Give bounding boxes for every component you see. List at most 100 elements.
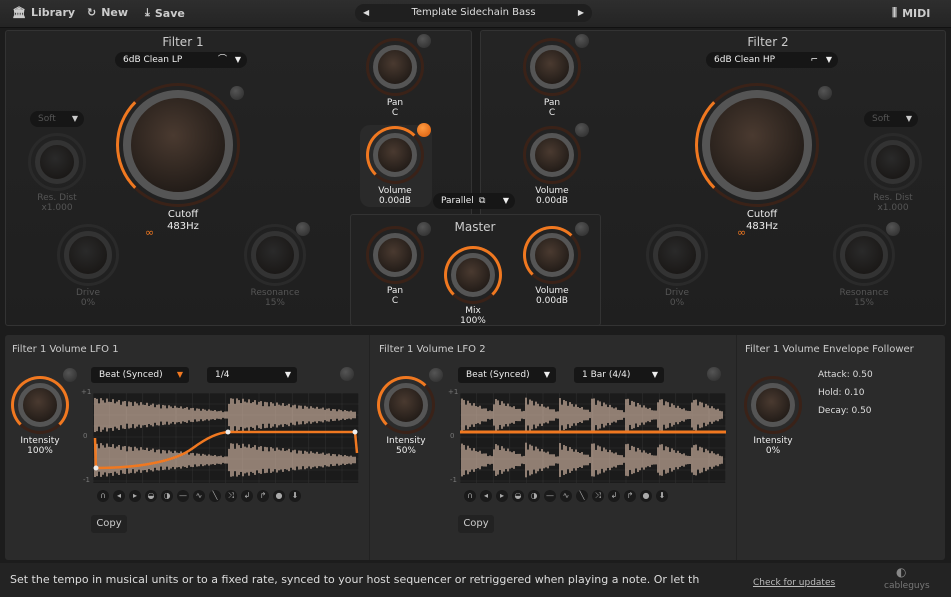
env-decay-value[interactable]: Decay: 0.50 [818,406,872,416]
filter1-volume-label: Volume 0.00dB [350,186,440,206]
master-pan-knob[interactable] [366,226,424,284]
half-right-icon[interactable]: ◑ [161,490,173,502]
random-icon[interactable]: ⤨ [225,490,237,502]
lfo1-copy-button[interactable]: Copy [91,515,127,533]
retrigger-icon[interactable]: ⬇ [289,490,301,502]
flat-icon[interactable]: — [544,490,556,502]
brand-logo-text: cableguys [884,581,930,591]
check-updates-link[interactable]: Check for updates [753,578,835,588]
prev-preset-arrow-icon[interactable]: ◀ [363,4,369,22]
lfo2-rate-value: 1 Bar (4/4) [582,370,631,380]
filter2-pan-knob[interactable] [523,38,581,96]
preset-name: Template Sidechain Bass [411,7,536,18]
lfo2-intensity-knob[interactable] [377,376,435,434]
filter1-cutoff-modulation-button[interactable] [230,86,244,100]
filter2-resonance-modulation-button[interactable] [886,222,900,236]
filter2-resonance-knob[interactable] [833,224,895,286]
midi-label: MIDI [902,6,931,20]
env-intensity-knob[interactable] [744,376,802,434]
chevron-down-icon: ▼ [905,114,912,123]
master-pan-modulation-button[interactable] [417,222,431,236]
half-down-icon[interactable]: ◒ [512,490,524,502]
lfo1-intensity-value: 100% [27,446,53,456]
new-label: New [101,6,129,19]
filter2-volume-knob[interactable] [523,126,581,184]
filter2-drive-knob[interactable] [646,224,708,286]
redo-icon[interactable]: ↱ [257,490,269,502]
master-title: Master [454,220,496,234]
filter1-volume-modulation-button[interactable] [417,123,431,137]
lfo2-rate-dropdown[interactable]: 1 Bar (4/4) ▼ [574,367,664,383]
env-hold-value[interactable]: Hold: 0.10 [818,388,864,398]
random-icon[interactable]: ⤨ [592,490,604,502]
half-right-icon[interactable]: ◑ [528,490,540,502]
preset-selector[interactable]: ◀ Template Sidechain Bass ▶ [355,4,592,22]
sine-icon[interactable]: ∿ [560,490,572,502]
ramp-icon[interactable]: ╲ [209,490,221,502]
env-intensity-name: Intensity [753,436,793,446]
undo-icon[interactable]: ↲ [241,490,253,502]
master-mix-knob[interactable] [444,246,502,304]
library-button[interactable]: 🏛 Library [12,6,75,19]
lfo2-intensity-modulation-button[interactable] [429,368,443,382]
filter2-drive-mode-dropdown[interactable]: Soft ▼ [864,111,918,127]
lfo1-mode-dropdown[interactable]: Beat (Synced) ▼ [91,367,189,383]
routing-dropdown[interactable]: Parallel ⧉ ▼ [433,193,515,209]
undo-icon[interactable]: ↲ [608,490,620,502]
point-icon[interactable]: ● [273,490,285,502]
save-button[interactable]: ⤓ Save [145,6,185,20]
chevron-down-icon: ▼ [234,55,241,64]
flat-icon[interactable]: — [177,490,189,502]
lfo2-waveform-editor[interactable] [460,393,726,483]
filter2-volume-modulation-button[interactable] [575,123,589,137]
midi-button[interactable]: ⫼ MIDI [892,6,930,20]
lfo1-intensity-knob[interactable] [11,376,69,434]
new-button[interactable]: ↻ New [87,6,128,19]
lfo2-copy-button[interactable]: Copy [458,515,494,533]
point-icon[interactable]: ● [640,490,652,502]
filter1-drive-mode-dropdown[interactable]: Soft ▼ [30,111,84,127]
zoom-magnifier-icon[interactable] [340,367,354,381]
lfo2-mode-dropdown[interactable]: Beat (Synced) ▼ [458,367,556,383]
chevron-down-icon: ▼ [651,370,658,379]
loop-icon[interactable]: ∩ [464,490,476,502]
lfo1-title: Filter 1 Volume LFO 1 [12,344,119,355]
filter1-cutoff-value: 483Hz [167,221,199,232]
master-volume-modulation-button[interactable] [575,222,589,236]
filter1-drive-knob[interactable] [57,224,119,286]
filter2-res_dist-knob[interactable] [864,133,922,191]
master-volume-knob[interactable] [523,226,581,284]
filter1-pan-knob[interactable] [366,38,424,96]
filter1-resonance-modulation-button[interactable] [296,222,310,236]
filter2-pan-modulation-button[interactable] [575,34,589,48]
filter1-type-dropdown[interactable]: 6dB Clean LP ⌒ ▼ [115,52,247,68]
chevron-down-icon: ▼ [284,370,291,379]
filter1-res_dist-knob[interactable] [28,133,86,191]
filter1-res_dist-label: Res. Dist x1.000 [12,193,102,213]
ramp-icon[interactable]: ╲ [576,490,588,502]
filter2-title: Filter 2 [747,35,789,49]
lfo1-intensity-modulation-button[interactable] [63,368,77,382]
sine-icon[interactable]: ∿ [193,490,205,502]
prev-icon[interactable]: ◂ [480,490,492,502]
filter2-cutoff-knob[interactable] [695,83,819,207]
lfo1-waveform-editor[interactable] [93,393,359,483]
master-pan-label: Pan C [350,286,440,306]
env-attack-value[interactable]: Attack: 0.50 [818,370,873,380]
redo-icon[interactable]: ↱ [624,490,636,502]
zoom-magnifier-icon[interactable] [707,367,721,381]
next-icon[interactable]: ▸ [496,490,508,502]
filter2-type-dropdown[interactable]: 6dB Clean HP ⌐ ▼ [706,52,838,68]
next-icon[interactable]: ▸ [129,490,141,502]
loop-icon[interactable]: ∩ [97,490,109,502]
filter1-pan-modulation-button[interactable] [417,34,431,48]
lfo1-rate-dropdown[interactable]: 1/4 ▼ [207,367,297,383]
half-down-icon[interactable]: ◒ [145,490,157,502]
next-preset-arrow-icon[interactable]: ▶ [578,4,584,22]
filter2-cutoff-modulation-button[interactable] [818,86,832,100]
filter1-volume-knob[interactable] [366,126,424,184]
filter1-cutoff-knob[interactable] [116,83,240,207]
prev-icon[interactable]: ◂ [113,490,125,502]
retrigger-icon[interactable]: ⬇ [656,490,668,502]
library-label: Library [30,6,76,19]
